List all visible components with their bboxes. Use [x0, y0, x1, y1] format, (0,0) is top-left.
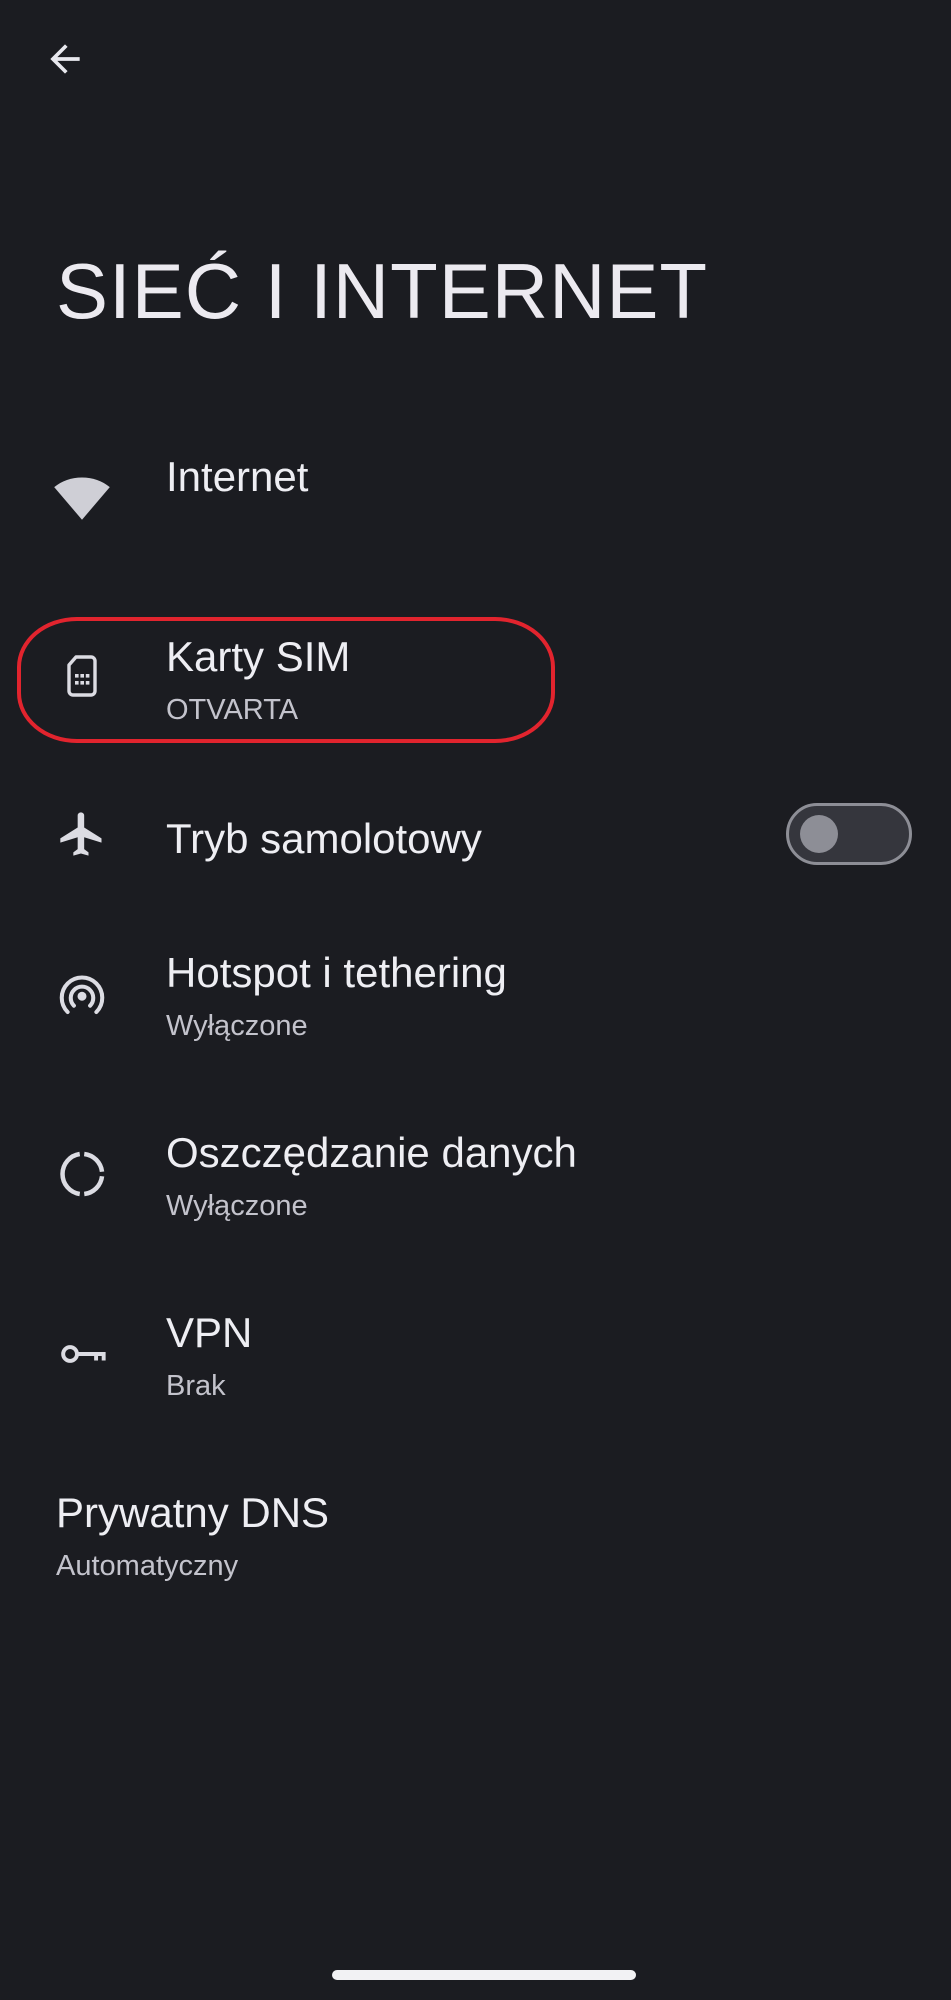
- list-item-data-saver[interactable]: Oszczędzanie danych Wyłączone: [0, 1120, 951, 1260]
- item-label: Karty SIM: [166, 633, 351, 680]
- item-sub: Wyłączone: [166, 1010, 308, 1042]
- sim-card-icon: [52, 646, 112, 706]
- list-item-sim-cards[interactable]: Karty SIM OTVARTA: [0, 620, 951, 760]
- item-label: Internet: [166, 453, 309, 500]
- item-label: VPN: [166, 1309, 253, 1356]
- item-label: Tryb samolotowy: [166, 815, 482, 862]
- item-label: Prywatny DNS: [56, 1489, 330, 1536]
- item-sub: Automatyczny: [56, 1550, 239, 1582]
- arrow-left-icon: [50, 44, 80, 74]
- back-button[interactable]: [40, 34, 90, 84]
- list-item-hotspot[interactable]: Hotspot i tethering Wyłączone: [0, 940, 951, 1080]
- item-label: Hotspot i tethering: [166, 949, 507, 996]
- wifi-icon: [52, 468, 112, 528]
- data-saver-icon: [52, 1144, 112, 1204]
- airplane-mode-toggle[interactable]: [786, 803, 912, 865]
- list-item-internet[interactable]: Internet: [0, 440, 951, 580]
- item-label: Oszczędzanie danych: [166, 1129, 577, 1176]
- toggle-knob: [800, 815, 838, 853]
- vpn-key-icon: [52, 1324, 112, 1384]
- item-sub: Brak: [166, 1370, 226, 1402]
- item-sub: OTVARTA: [166, 694, 299, 726]
- page-title: SIEĆ I INTERNET: [56, 247, 709, 335]
- item-sub: Wyłączone: [166, 1190, 308, 1222]
- hotspot-icon: [52, 964, 112, 1024]
- list-item-vpn[interactable]: VPN Brak: [0, 1300, 951, 1440]
- list-item-private-dns[interactable]: Prywatny DNS Automatyczny: [0, 1480, 951, 1620]
- airplane-icon: [52, 804, 112, 864]
- gesture-nav-bar[interactable]: [332, 1970, 636, 1980]
